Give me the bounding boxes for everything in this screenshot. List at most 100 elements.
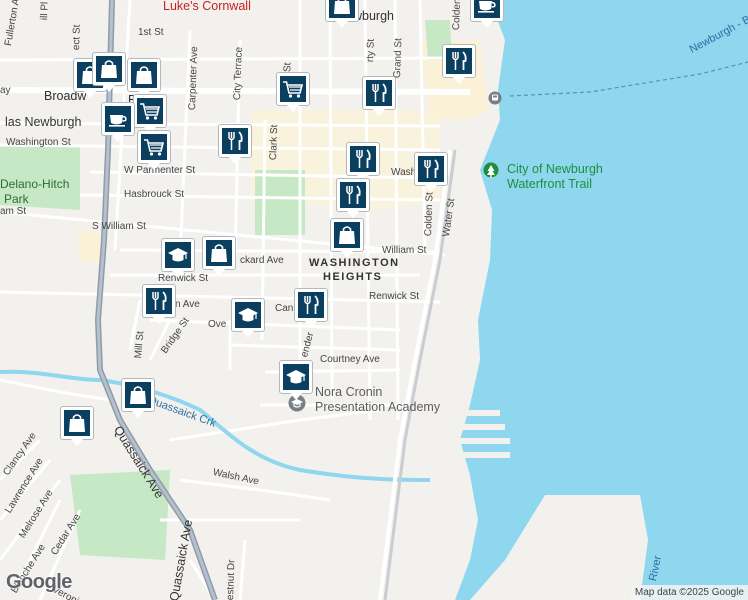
street-chestnut: estnut Dr <box>225 559 238 600</box>
shopping-bag-icon <box>96 56 122 82</box>
street-washington: Washington St <box>6 137 71 148</box>
washington-heights-label-2: HEIGHTS <box>323 271 383 283</box>
marker-tail <box>242 331 254 338</box>
shopping-bag-icon <box>64 410 90 436</box>
school-marker[interactable] <box>231 298 265 338</box>
street-over: Ove <box>208 319 227 330</box>
marker-tail <box>71 439 83 446</box>
restaurant-marker[interactable] <box>218 124 252 164</box>
cafe-marker[interactable] <box>101 102 135 142</box>
street-city-terrace: City Terrace <box>232 46 245 101</box>
shopping-bag-marker[interactable] <box>60 406 94 446</box>
school-marker[interactable] <box>279 360 313 400</box>
graduation-cap-icon <box>165 242 191 268</box>
shopping-cart-icon <box>280 76 306 102</box>
street-william-left: am St <box>0 206 27 217</box>
map-attribution[interactable]: Map data ©2025 Google <box>630 585 748 600</box>
marker-tail <box>341 251 353 258</box>
marker-tail <box>425 185 437 192</box>
restaurant-marker[interactable] <box>362 76 396 116</box>
marker-tail <box>153 317 165 324</box>
ferry-pin-icon[interactable] <box>488 91 502 105</box>
street-renwick: Renwick St <box>369 291 420 302</box>
nora-cronin-label-1[interactable]: Nora Cronin <box>315 386 382 399</box>
shopping-cart-icon <box>141 134 167 160</box>
shopping-cart-marker[interactable] <box>276 72 310 112</box>
street-s-william: S William St <box>92 221 146 232</box>
restaurant-marker[interactable] <box>294 288 328 328</box>
shopping-bag-icon <box>125 382 151 408</box>
marker-tail <box>481 21 493 28</box>
sand-patch <box>78 230 100 262</box>
marker-tail <box>305 321 317 328</box>
fork-knife-icon <box>446 48 472 74</box>
washington-heights-label-1: WASHINGTON <box>309 257 400 269</box>
street-liberty: rty St <box>365 38 377 63</box>
las-newburgh-label: las Newburgh <box>5 115 82 129</box>
lukes-cornwall-label[interactable]: Luke's Cornwall <box>163 0 251 13</box>
street-1st: 1st St <box>138 27 164 38</box>
marker-tail <box>148 163 160 170</box>
marker-tail <box>347 211 359 218</box>
fork-knife-icon <box>340 182 366 208</box>
shopping-bag-marker[interactable] <box>127 58 161 98</box>
shopping-bag-marker[interactable] <box>330 218 364 258</box>
coffee-cup-icon <box>105 106 131 132</box>
street-courtney: Courtney Ave <box>320 354 380 365</box>
fork-knife-icon <box>418 156 444 182</box>
street-ay: ay <box>0 85 11 96</box>
nora-cronin-label-2[interactable]: Presentation Academy <box>315 401 440 414</box>
marker-tail <box>172 271 184 278</box>
marker-tail <box>453 77 465 84</box>
shopping-bag-marker[interactable] <box>202 236 236 276</box>
map-canvas[interactable]: Luke's Cornwall Newburgh WASHINGTON HEIG… <box>0 0 748 600</box>
marker-tail <box>290 393 302 400</box>
fork-knife-icon <box>366 80 392 106</box>
street-colden: Colden St <box>423 192 436 237</box>
fork-knife-icon <box>146 288 172 314</box>
street-packard: ckard Ave <box>240 255 284 266</box>
marker-tail <box>132 411 144 418</box>
restaurant-marker[interactable] <box>346 142 380 182</box>
shopping-bag-marker[interactable] <box>325 0 359 28</box>
street-n-ave: n Ave <box>175 299 200 310</box>
restaurant-marker[interactable] <box>336 178 370 218</box>
shopping-cart-icon <box>137 98 163 124</box>
fork-knife-icon <box>350 146 376 172</box>
shopping-bag-icon <box>206 240 232 266</box>
shopping-bag-marker[interactable] <box>92 52 126 92</box>
marker-tail <box>336 21 348 28</box>
street-can: Can <box>275 303 294 314</box>
shopping-cart-marker[interactable] <box>137 130 171 170</box>
marker-tail <box>84 91 96 98</box>
restaurant-marker[interactable] <box>142 284 176 324</box>
school-marker[interactable] <box>161 238 195 278</box>
marker-tail <box>213 269 225 276</box>
google-logo[interactable]: Google <box>6 571 72 594</box>
waterfront-trail-label-2[interactable]: Waterfront Trail <box>507 178 592 191</box>
coffee-cup-icon <box>474 0 500 18</box>
street-grand: Grand St <box>392 37 405 79</box>
street-clark: Clark St <box>268 124 281 161</box>
fork-knife-icon <box>222 128 248 154</box>
restaurant-marker[interactable] <box>442 44 476 84</box>
shopping-bag-icon <box>329 0 355 18</box>
marker-tail <box>112 135 124 142</box>
restaurant-marker[interactable] <box>414 152 448 192</box>
shopping-cart-marker[interactable] <box>133 94 167 134</box>
cafe-marker[interactable] <box>470 0 504 28</box>
graduation-cap-icon <box>283 364 309 390</box>
fork-knife-icon <box>298 292 324 318</box>
graduation-cap-icon <box>235 302 261 328</box>
water-st-road <box>378 149 452 600</box>
shopping-bag-icon <box>131 62 157 88</box>
shopping-bag-marker[interactable] <box>121 378 155 418</box>
shopping-bag-icon <box>334 222 360 248</box>
waterfront-trail-label-1[interactable]: City of Newburgh <box>507 163 603 176</box>
delano-hitch-park-label-1: Delano-Hitch <box>0 177 70 191</box>
marker-tail <box>103 85 115 92</box>
marker-tail <box>287 105 299 112</box>
marker-tail <box>373 109 385 116</box>
street-colden-top: Colden <box>451 0 464 31</box>
tree-pin-icon[interactable] <box>483 162 499 182</box>
